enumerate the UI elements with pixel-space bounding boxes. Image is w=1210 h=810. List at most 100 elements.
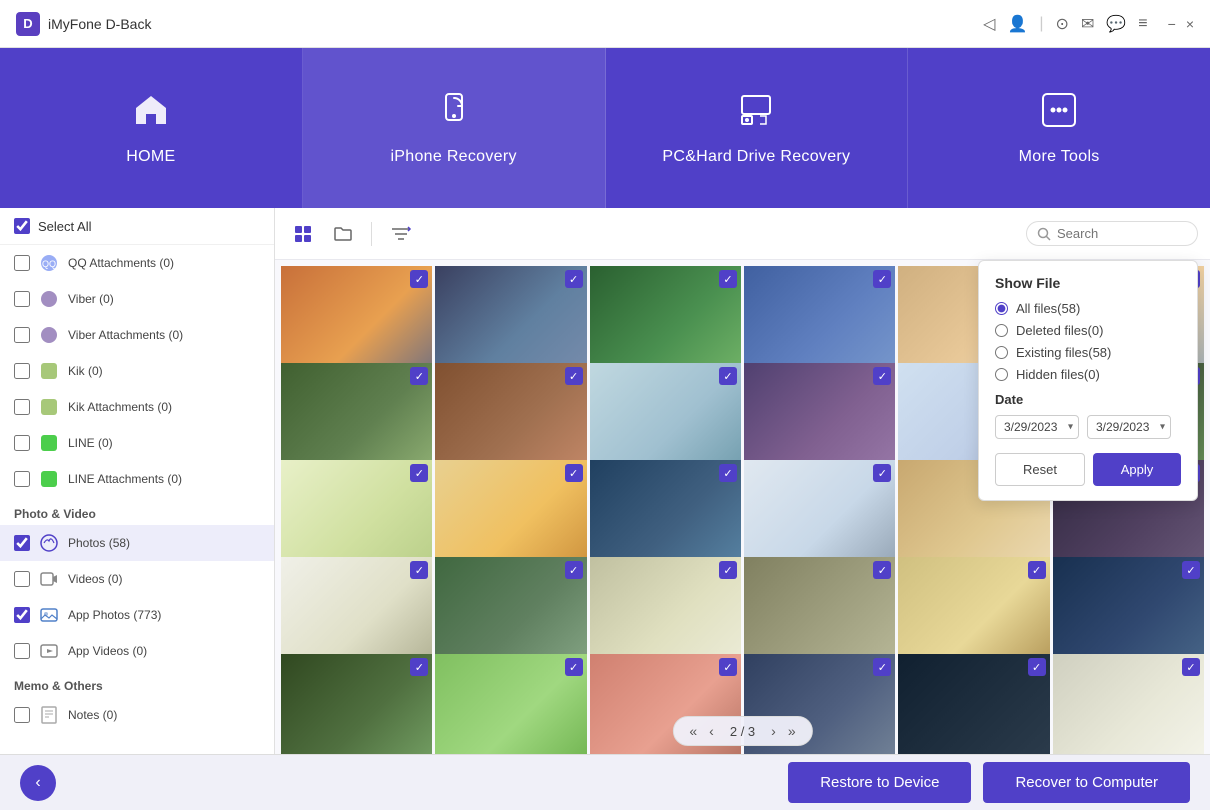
select-all-label: Select All (38, 219, 91, 234)
line-attachments-icon (38, 468, 60, 490)
photo-cell[interactable]: ✓ (898, 654, 1049, 754)
title-bar-left: D iMyFone D-Back (16, 12, 151, 36)
sidebar-item-line-attachments[interactable]: LINE Attachments (0) (0, 461, 274, 497)
photos-label: Photos (58) (68, 536, 130, 550)
sidebar-item-kik-attachments[interactable]: Kik Attachments (0) (0, 389, 274, 425)
app-videos-icon (38, 640, 60, 662)
deleted-files-label: Deleted files(0) (1016, 323, 1103, 338)
nav-iphone-recovery[interactable]: iPhone Recovery (303, 48, 606, 208)
account-icon[interactable]: 👤 (1007, 14, 1027, 34)
photo-cell[interactable]: ✓ (1053, 654, 1204, 754)
iphone-recovery-icon (434, 90, 474, 138)
notes-icon (38, 704, 60, 726)
hidden-files-radio[interactable] (995, 368, 1008, 381)
content-area: ✓✓✓✓✓✓✓✓✓✓✓✓✓✓✓✓✓✓✓✓✓✓✓✓✓✓✓✓✓✓ « ‹ 2 / 3… (275, 208, 1210, 754)
line-attachments-label: LINE Attachments (0) (68, 472, 182, 486)
last-page-button[interactable]: » (784, 721, 800, 741)
existing-files-radio[interactable] (995, 346, 1008, 359)
all-files-option[interactable]: All files(58) (995, 301, 1181, 316)
sidebar-item-line[interactable]: LINE (0) (0, 425, 274, 461)
title-bar-right: ◁ 👤 | ⊙ ✉ 💬 ≡ − × (983, 14, 1194, 34)
all-files-radio[interactable] (995, 302, 1008, 315)
kik-checkbox[interactable] (14, 363, 30, 379)
viber-checkbox[interactable] (14, 291, 30, 307)
sidebar-item-videos[interactable]: Videos (0) (0, 561, 274, 597)
apply-button[interactable]: Apply (1093, 453, 1181, 486)
nav-more-tools[interactable]: More Tools (908, 48, 1210, 208)
viber-icon (38, 288, 60, 310)
prev-page-button[interactable]: ‹ (705, 721, 718, 741)
first-page-button[interactable]: « (685, 721, 701, 741)
pagination: « ‹ 2 / 3 › » (672, 716, 812, 746)
section-photo-video: Photo & Video (0, 497, 274, 525)
qq-attachments-checkbox[interactable] (14, 255, 30, 271)
nav-pc-recovery[interactable]: PC&Hard Drive Recovery (606, 48, 909, 208)
filter-button[interactable] (384, 220, 418, 248)
select-all-checkbox[interactable] (14, 218, 30, 234)
hidden-files-option[interactable]: Hidden files(0) (995, 367, 1181, 382)
sidebar-item-kik[interactable]: Kik (0) (0, 353, 274, 389)
more-tools-icon (1039, 90, 1079, 138)
location-icon[interactable]: ⊙ (1056, 14, 1069, 34)
kik-attachments-label: Kik Attachments (0) (68, 400, 172, 414)
reset-button[interactable]: Reset (995, 453, 1085, 486)
deleted-files-option[interactable]: Deleted files(0) (995, 323, 1181, 338)
app-photos-label: App Photos (773) (68, 608, 161, 622)
videos-checkbox[interactable] (14, 571, 30, 587)
viber-attachments-checkbox[interactable] (14, 327, 30, 343)
menu-icon[interactable]: ≡ (1138, 15, 1147, 33)
date-label: Date (995, 392, 1181, 407)
viber-label: Viber (0) (68, 292, 114, 306)
date-row: 3/29/2023 3/29/2023 (995, 415, 1181, 439)
viber-attachments-icon (38, 324, 60, 346)
restore-to-device-button[interactable]: Restore to Device (788, 762, 971, 803)
date-to-wrapper: 3/29/2023 (1087, 415, 1171, 439)
hidden-files-label: Hidden files(0) (1016, 367, 1100, 382)
content-toolbar (275, 208, 1210, 260)
folder-button[interactable] (327, 220, 359, 248)
home-icon (131, 90, 171, 138)
nav-home[interactable]: HOME (0, 48, 303, 208)
line-checkbox[interactable] (14, 435, 30, 451)
kik-attachments-icon (38, 396, 60, 418)
app-videos-checkbox[interactable] (14, 643, 30, 659)
window-controls: − × (1168, 16, 1194, 32)
grid-view-button[interactable] (287, 220, 319, 248)
show-file-title: Show File (995, 275, 1181, 291)
deleted-files-radio[interactable] (995, 324, 1008, 337)
toolbar-separator (371, 222, 372, 246)
existing-files-option[interactable]: Existing files(58) (995, 345, 1181, 360)
share-icon[interactable]: ◁ (983, 14, 995, 34)
select-all-row[interactable]: Select All (0, 208, 274, 245)
mail-icon[interactable]: ✉ (1081, 14, 1094, 34)
existing-files-label: Existing files(58) (1016, 345, 1111, 360)
close-button[interactable]: × (1186, 16, 1194, 32)
sidebar-item-viber[interactable]: Viber (0) (0, 281, 274, 317)
sidebar-item-notes[interactable]: Notes (0) (0, 697, 274, 733)
iphone-recovery-label: iPhone Recovery (390, 148, 516, 166)
sidebar-item-app-videos[interactable]: App Videos (0) (0, 633, 274, 669)
photo-cell[interactable]: ✓ (435, 654, 586, 754)
photo-cell[interactable]: ✓ (281, 654, 432, 754)
chat-icon[interactable]: 💬 (1106, 14, 1126, 34)
current-page: 2 (730, 724, 737, 739)
svg-text:QQ: QQ (42, 259, 56, 269)
date-from-select[interactable]: 3/29/2023 (995, 415, 1079, 439)
back-button[interactable]: ‹ (20, 765, 56, 801)
app-photos-checkbox[interactable] (14, 607, 30, 623)
photos-checkbox[interactable] (14, 535, 30, 551)
kik-attachments-checkbox[interactable] (14, 399, 30, 415)
recover-to-computer-button[interactable]: Recover to Computer (983, 762, 1190, 803)
notes-checkbox[interactable] (14, 707, 30, 723)
date-to-select[interactable]: 3/29/2023 (1087, 415, 1171, 439)
sidebar-item-viber-attachments[interactable]: Viber Attachments (0) (0, 317, 274, 353)
sidebar-item-app-photos[interactable]: App Photos (773) (0, 597, 274, 633)
sidebar-item-photos[interactable]: Photos (58) (0, 525, 274, 561)
search-input[interactable] (1057, 226, 1187, 241)
total-pages: 3 (748, 724, 755, 739)
line-attachments-checkbox[interactable] (14, 471, 30, 487)
minimize-button[interactable]: − (1168, 16, 1176, 32)
next-page-button[interactable]: › (767, 721, 780, 741)
page-info: 2 / 3 (722, 724, 763, 739)
sidebar-item-qq-attachments[interactable]: QQ QQ Attachments (0) (0, 245, 274, 281)
